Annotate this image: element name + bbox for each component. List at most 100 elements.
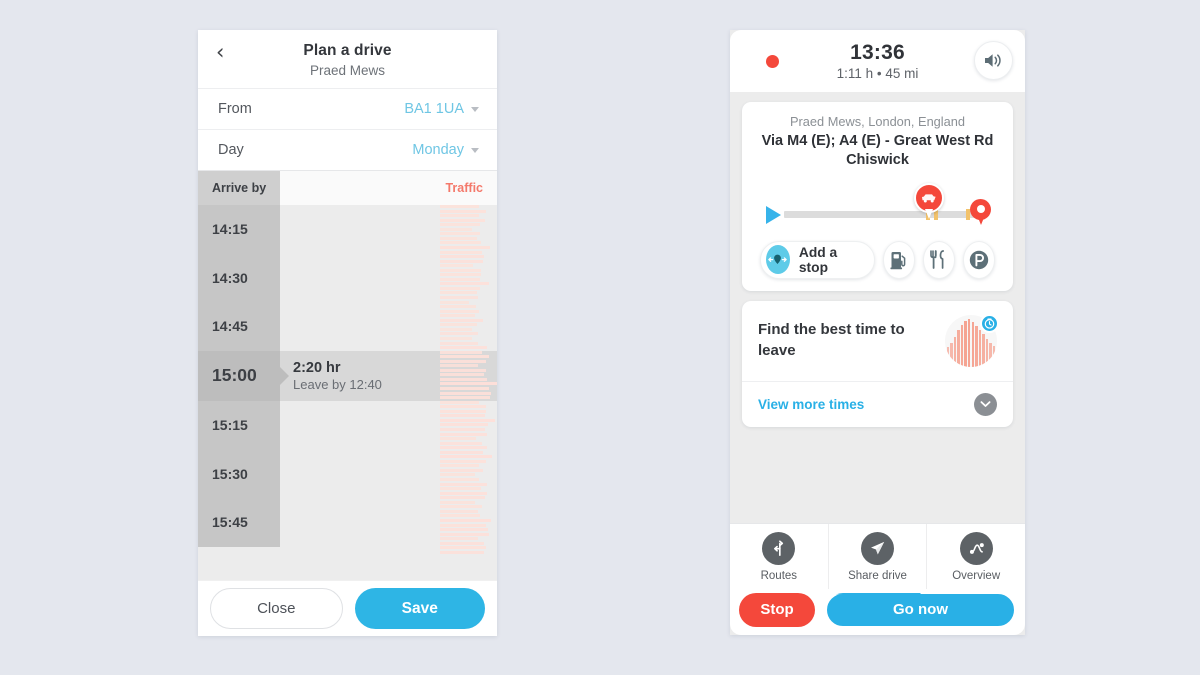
day-field-label: Day (218, 142, 244, 158)
time-row-body (280, 497, 497, 547)
add-stop-pin-icon (766, 245, 790, 275)
thumbnail-bar (964, 320, 967, 367)
time-row-list[interactable]: 14:15 14:30 14:45 15:00 2:20 hr Leave by 12:4… (198, 205, 497, 580)
thumbnail-bar (989, 342, 992, 367)
view-more-times-link[interactable]: View more times (758, 397, 864, 412)
thumbnail-bar (946, 346, 949, 367)
route-card[interactable]: Praed Mews, London, England Via M4 (E); … (742, 102, 1013, 291)
page-title: Plan a drive (303, 42, 392, 59)
time-row-body (280, 205, 497, 254)
gas-station-icon[interactable] (882, 240, 915, 279)
day-field-value: Monday (412, 142, 464, 158)
time-row-body (280, 449, 497, 498)
thumbnail-bar (953, 336, 957, 367)
nav-item-routes[interactable]: Routes (730, 524, 829, 589)
progress-track (784, 210, 981, 218)
panel-spacer (730, 427, 1025, 523)
best-time-thumbnail[interactable] (945, 313, 999, 367)
route-destination: Praed Mews, London, England (789, 114, 965, 129)
from-field-row[interactable]: From BA1 1UA (198, 88, 497, 129)
signpost-glyph (774, 539, 784, 556)
time-row-label: 15:30 (198, 449, 280, 498)
time-row[interactable]: 14:45 (198, 302, 497, 351)
thumbnail-bar (978, 330, 982, 367)
nav-item-share-drive[interactable]: Share drive (829, 524, 928, 589)
best-time-bottom: View more times (742, 382, 1013, 427)
time-row[interactable]: 14:30 (198, 253, 497, 303)
nav-label-routes: Routes (760, 569, 798, 582)
time-row-body (280, 400, 497, 450)
best-time-top: Find the best time to leave (742, 301, 1013, 382)
add-stop-button[interactable]: Add a stop (760, 240, 875, 279)
chevron-down-icon (471, 147, 479, 153)
go-now-wrapper: Go now (825, 591, 1016, 628)
time-row-label: 14:45 (198, 302, 280, 351)
day-field-value-wrap[interactable]: Monday (412, 142, 479, 158)
from-field-label: From (218, 101, 252, 117)
paper-plane-glyph (871, 541, 885, 554)
car-glyph (921, 194, 936, 203)
dest-pin-dot (977, 204, 985, 213)
destination-pin-icon (970, 198, 991, 226)
parking-icon[interactable] (962, 240, 996, 279)
thumbnail-bar (993, 345, 996, 367)
go-now-button[interactable]: Go now (826, 592, 1015, 627)
selected-row-pointer-icon (280, 366, 289, 385)
stop-button[interactable]: Stop (739, 592, 815, 627)
chevron-glyph (980, 401, 991, 408)
time-grid-header: Arrive by Traffic (198, 170, 497, 205)
dest-pin-tail (976, 214, 985, 225)
add-stop-glyph (768, 254, 788, 264)
leave-by-time: Leave by 12:40 (293, 376, 382, 392)
add-stop-label: Add a stop (798, 244, 838, 275)
restaurant-icon[interactable] (922, 240, 955, 279)
nav-label-overview: Overview (952, 569, 1001, 582)
thumbnail-bar (968, 318, 971, 367)
traffic-jam-icon[interactable] (914, 182, 944, 221)
time-row-body (280, 253, 497, 303)
chevron-down-icon[interactable] (974, 392, 997, 416)
plan-panel-footer: Close Save (198, 580, 497, 636)
nav-item-overview[interactable]: Overview (927, 524, 1025, 589)
route-progress-bar[interactable] (758, 180, 997, 232)
speaker-icon[interactable] (974, 41, 1013, 80)
overview-route-icon (959, 531, 993, 565)
plan-a-drive-panel: ‹ Plan a drive Praed Mews From BA1 1UA D… (198, 30, 497, 636)
screenshot-stage: ‹ Plan a drive Praed Mews From BA1 1UA D… (0, 0, 1200, 675)
close-button[interactable]: Close (210, 588, 343, 629)
best-time-title: Find the best time to leave (758, 321, 905, 359)
thumbnail-bar (982, 334, 985, 367)
time-row[interactable]: 14:15 (198, 205, 497, 254)
route-actions-row: Add a stop (752, 232, 1003, 291)
nav-label-share-drive: Share drive (848, 569, 907, 582)
from-field-value: BA1 1UA (404, 101, 464, 117)
time-row-label: 15:45 (198, 497, 280, 547)
gas-pump-glyph (890, 252, 906, 270)
time-row[interactable]: 15:00 2:20 hr Leave by 12:40 (198, 350, 497, 401)
time-row-label: 14:15 (198, 205, 280, 254)
plan-panel-header: ‹ Plan a drive Praed Mews (198, 30, 497, 88)
bottom-nav-bar: Routes Share drive Overview (730, 523, 1025, 589)
record-dot-icon (766, 54, 779, 68)
navigation-panel: 13:36 1:11 h • 45 mi Praed Mews, London,… (730, 30, 1025, 635)
time-row[interactable]: 15:15 (198, 400, 497, 450)
time-row[interactable]: 15:45 (198, 497, 497, 547)
best-time-card[interactable]: Find the best time to leave View more ti… (742, 300, 1013, 427)
pin-tail (925, 208, 933, 219)
routes-signpost-icon (762, 531, 796, 565)
speaker-glyph (985, 54, 1001, 67)
thumbnail-bar (985, 338, 989, 367)
from-field-value-wrap[interactable]: BA1 1UA (404, 101, 479, 117)
selected-row-detail: 2:20 hr Leave by 12:40 (293, 360, 382, 392)
save-button[interactable]: Save (354, 588, 485, 629)
back-chevron-icon[interactable]: ‹ (216, 42, 232, 63)
page-subtitle: Praed Mews (309, 63, 386, 78)
time-row[interactable]: 15:30 (198, 449, 497, 498)
thumbnail-bar (960, 325, 964, 367)
day-field-row[interactable]: Day Monday (198, 129, 497, 170)
arrive-by-column-header: Arrive by (198, 171, 280, 205)
fork-knife-glyph (930, 250, 945, 270)
time-grid[interactable]: 14:15 14:30 14:45 15:00 2:20 hr Leave by 12:4… (198, 205, 497, 580)
clock-glyph (984, 318, 995, 329)
nav-action-bar: Stop Go now (730, 589, 1025, 635)
